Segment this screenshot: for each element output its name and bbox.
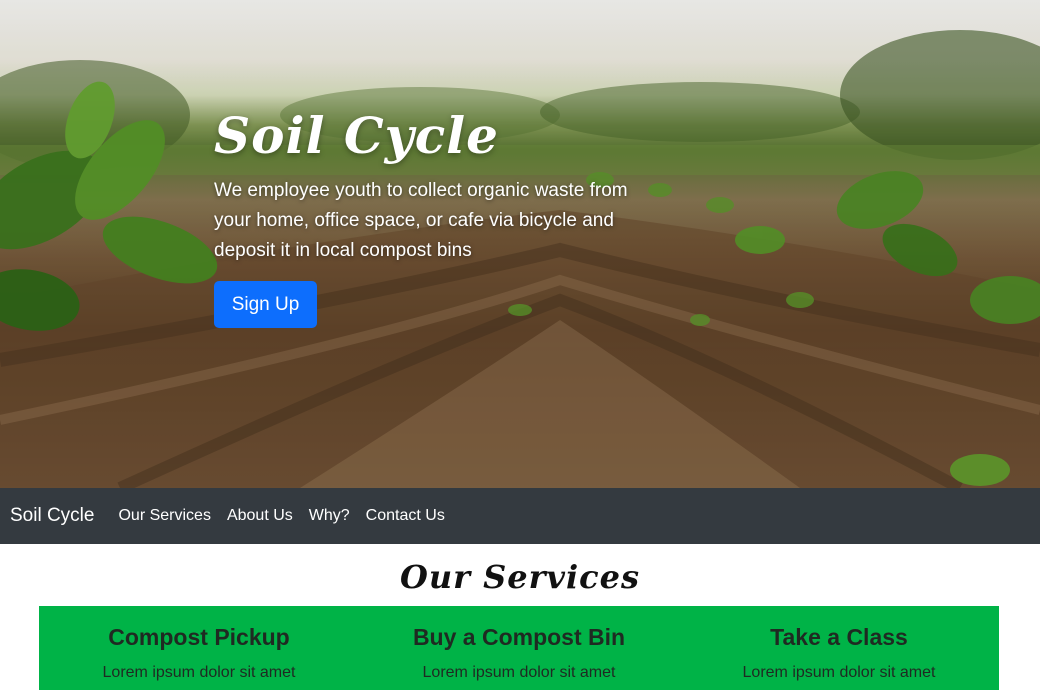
service-title: Compost Pickup [108,624,290,650]
navbar: Soil Cycle Our Services About Us Why? Co… [0,488,1040,544]
nav-link-about-us[interactable]: About Us [227,507,293,525]
service-title: Buy a Compost Bin [412,624,626,650]
services-heading: Our Services [399,558,641,596]
service-card-buy-compost-bin: Buy a Compost Bin Lorem ipsum dolor sit … [359,606,679,690]
nav-link-contact-us[interactable]: Contact Us [366,507,445,525]
service-card-compost-pickup: Compost Pickup Lorem ipsum dolor sit ame… [39,606,359,690]
nav-link-our-services[interactable]: Our Services [118,507,210,525]
nav-link-why[interactable]: Why? [309,507,350,525]
service-title: Take a Class [770,624,908,650]
hero-title: Soil Cycle [214,106,499,165]
hero-content: Soil Cycle We employee youth to collect … [214,108,654,266]
hero-description: We employee youth to collect organic was… [214,180,628,261]
hero-section: Soil Cycle We employee youth to collect … [0,0,1040,488]
service-text: Lorem ipsum dolor sit amet [742,664,936,681]
service-text: Lorem ipsum dolor sit amet [422,664,616,681]
sign-up-button[interactable]: Sign Up [214,281,317,328]
navbar-brand[interactable]: Soil Cycle [10,505,94,527]
service-text: Lorem ipsum dolor sit amet [102,664,296,681]
services-band: Compost Pickup Lorem ipsum dolor sit ame… [39,606,999,690]
service-card-take-a-class: Take a Class Lorem ipsum dolor sit amet [679,606,999,690]
